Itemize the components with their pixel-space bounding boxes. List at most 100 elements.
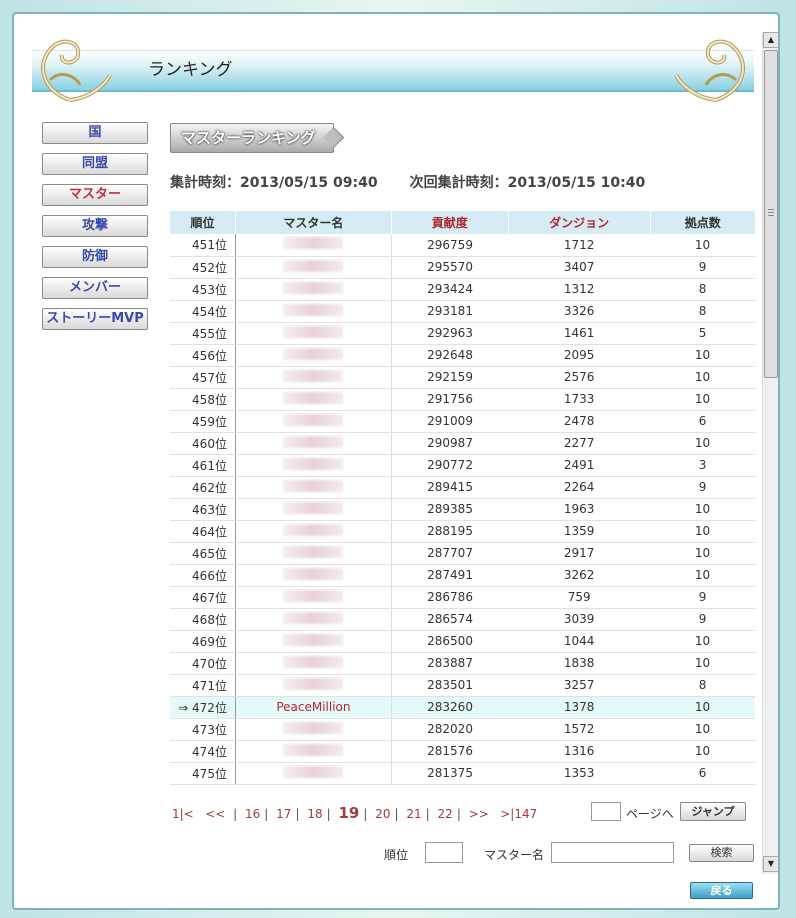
category-nav: 国 同盟 マスター 攻撃 防御 メンバー ストーリーMVP xyxy=(42,122,148,339)
redacted-name xyxy=(283,237,344,250)
rank-cell: 460位 xyxy=(169,432,236,455)
table-row: 460位 290987 2277 10 xyxy=(169,432,755,455)
first-page-link[interactable]: 1|< xyxy=(172,807,194,821)
dungeon-cell: 1316 xyxy=(508,740,651,763)
jump-button[interactable]: ジャンプ xyxy=(680,802,746,821)
scroll-down-icon[interactable]: ▼ xyxy=(763,856,779,872)
redacted-name xyxy=(283,743,344,756)
contribution-cell: 290987 xyxy=(391,432,509,455)
prev-page-link[interactable]: << xyxy=(205,807,225,821)
ranking-table: 順位 マスター名 貢献度 ダンジョン 拠点数 451位 296759 1712 10 4… xyxy=(169,211,755,785)
contribution-cell: 281576 xyxy=(391,740,509,763)
page-link-17[interactable]: 17 xyxy=(276,807,291,821)
search-button[interactable]: 検索 xyxy=(689,844,754,862)
table-row: 451位 296759 1712 10 xyxy=(169,234,755,257)
table-row: 475位 281375 1353 6 xyxy=(169,762,755,785)
table-row: 464位 288195 1359 10 xyxy=(169,520,755,543)
page-link-20[interactable]: 20 xyxy=(375,807,390,821)
title-bar xyxy=(32,50,754,92)
redacted-name xyxy=(283,347,344,360)
rank-cell: 457位 xyxy=(169,366,236,389)
bases-cell: 9 xyxy=(650,608,755,631)
aggregation-times: 集計時刻：2013/05/15 09:40 次回集計時刻：2013/05/15 1… xyxy=(170,172,645,192)
table-row: 459位 291009 2478 6 xyxy=(169,410,755,433)
bases-cell: 10 xyxy=(650,366,755,389)
scroll-thumb[interactable] xyxy=(764,50,778,378)
bases-cell: 10 xyxy=(650,652,755,675)
redacted-name xyxy=(283,523,344,536)
contribution-cell: 281375 xyxy=(391,762,509,785)
dungeon-cell: 3326 xyxy=(508,300,651,323)
page-number-input[interactable] xyxy=(591,802,621,821)
page-suffix-label: ページへ xyxy=(626,807,674,821)
master-name-cell xyxy=(235,256,392,279)
last-page-link[interactable]: >|147 xyxy=(500,807,537,821)
redacted-name xyxy=(283,721,344,734)
redacted-name xyxy=(283,457,344,470)
bases-cell: 10 xyxy=(650,564,755,587)
rank-cell: 463位 xyxy=(169,498,236,521)
nav-country-button[interactable]: 国 xyxy=(42,122,148,144)
contribution-cell: 289415 xyxy=(391,476,509,499)
contribution-cell: 295570 xyxy=(391,256,509,279)
page-link-22[interactable]: 22 xyxy=(438,807,453,821)
nav-story-mvp-button[interactable]: ストーリーMVP xyxy=(42,308,148,330)
vertical-scrollbar[interactable]: ▲ ▼ xyxy=(762,32,779,874)
nav-alliance-button[interactable]: 同盟 xyxy=(42,153,148,175)
nav-master-button[interactable]: マスター xyxy=(42,184,148,206)
master-name-cell xyxy=(235,762,392,785)
bases-cell: 6 xyxy=(650,410,755,433)
nav-attack-button[interactable]: 攻撃 xyxy=(42,215,148,237)
dungeon-cell: 1963 xyxy=(508,498,651,521)
bases-cell: 10 xyxy=(650,344,755,367)
header-dungeon[interactable]: ダンジョン xyxy=(507,211,651,234)
name-search-label: マスター名 xyxy=(484,848,545,862)
rank-cell: 473位 xyxy=(169,718,236,741)
table-row: 454位 293181 3326 8 xyxy=(169,300,755,323)
scroll-up-icon[interactable]: ▲ xyxy=(763,32,779,48)
header-rank: 順位 xyxy=(169,211,236,234)
master-name-cell xyxy=(235,630,392,653)
master-name-cell xyxy=(235,410,392,433)
dungeon-cell: 1572 xyxy=(508,718,651,741)
master-name-cell xyxy=(235,322,392,345)
page-link-18[interactable]: 18 xyxy=(307,807,322,821)
dungeon-cell: 1838 xyxy=(508,652,651,675)
bases-cell: 3 xyxy=(650,454,755,477)
contribution-cell: 283887 xyxy=(391,652,509,675)
rank-cell: 455位 xyxy=(169,322,236,345)
table-row: 468位 286574 3039 9 xyxy=(169,608,755,631)
redacted-name xyxy=(283,545,344,558)
page-link-16[interactable]: 16 xyxy=(245,807,260,821)
name-search-input[interactable] xyxy=(551,842,674,863)
nav-member-button[interactable]: メンバー xyxy=(42,277,148,299)
rank-search-input[interactable] xyxy=(425,842,463,863)
contribution-cell: 289385 xyxy=(391,498,509,521)
redacted-name xyxy=(283,391,344,404)
table-row: 452位 295570 3407 9 xyxy=(169,256,755,279)
header-contribution[interactable]: 貢献度 xyxy=(390,211,509,234)
nav-defense-button[interactable]: 防御 xyxy=(42,246,148,268)
page-link-21[interactable]: 21 xyxy=(406,807,421,821)
dungeon-cell: 2478 xyxy=(508,410,651,433)
master-name-cell xyxy=(235,388,392,411)
redacted-name xyxy=(283,413,344,426)
back-button[interactable]: 戻る xyxy=(690,882,753,899)
master-name-cell xyxy=(235,498,392,521)
table-row: 463位 289385 1963 10 xyxy=(169,498,755,521)
bases-cell: 10 xyxy=(650,696,755,719)
table-row: 471位 283501 3257 8 xyxy=(169,674,755,697)
contribution-cell: 296759 xyxy=(391,234,509,257)
redacted-name xyxy=(283,281,344,294)
contribution-cell: 287707 xyxy=(391,542,509,565)
dungeon-cell: 2277 xyxy=(508,432,651,455)
redacted-name xyxy=(283,633,344,646)
bases-cell: 9 xyxy=(650,256,755,279)
table-row: 453位 293424 1312 8 xyxy=(169,278,755,301)
next-page-link[interactable]: >> xyxy=(469,807,489,821)
bases-cell: 6 xyxy=(650,762,755,785)
contribution-cell: 292648 xyxy=(391,344,509,367)
rank-cell: 464位 xyxy=(169,520,236,543)
master-name-cell xyxy=(235,476,392,499)
rank-cell: 461位 xyxy=(169,454,236,477)
